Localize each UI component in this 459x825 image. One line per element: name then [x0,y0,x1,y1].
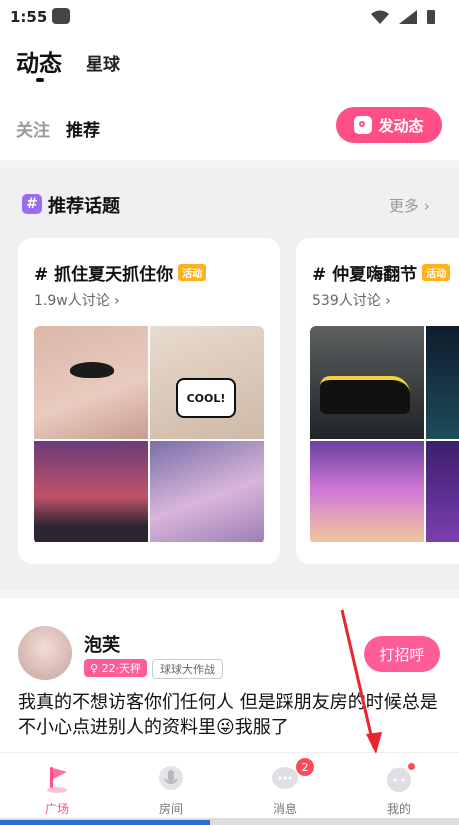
status-bar: 1:55 [0,0,459,34]
subtab-recommend[interactable]: 推荐 [66,116,100,141]
game-tag: 球球大作战 [152,659,223,679]
topic-photo[interactable] [310,441,424,542]
chevron-right-icon: › [380,293,391,309]
subtab-follow[interactable]: 关注 [16,116,50,141]
photo-caption: COOL! [176,378,236,418]
topics-title: 推荐话题 [48,196,120,217]
greet-button[interactable]: 打招呼 [364,636,440,672]
topics-header: # 推荐话题 更多 › [0,168,459,238]
activity-badge: 活动 [178,264,207,281]
avatar[interactable] [18,626,72,680]
more-label: 更多 [389,197,420,215]
topic-card-title: # 抓住夏天抓住你 活动 [34,260,207,285]
unread-badge: 2 [296,758,314,776]
discussion-count: 1.9w人讨论 [34,293,110,309]
topic-card-subtitle: 1.9w人讨论 › [34,290,120,310]
mic-icon [159,766,183,790]
notification-dot [408,763,415,770]
topic-photo[interactable] [150,441,264,542]
post-moment-button[interactable]: 发动态 [336,107,442,143]
nav-item-rooms[interactable]: 房间 [114,753,228,819]
chevron-right-icon: › [109,293,120,309]
post-content: 我真的不想访客你们任何人 但是踩朋友房的时候总是不小心点进别人的资料里😜我服了 [18,692,438,738]
zodiac-tag: ♀ 22·天秤 [84,659,148,677]
topic-photo[interactable] [426,326,459,439]
topic-photo[interactable] [426,441,459,542]
top-header: 动态 星球 关注 推荐 发动态 [0,34,459,160]
status-time: 1:55 [10,8,48,26]
nav-item-messages[interactable]: 消息 [228,753,342,819]
system-status-icons [371,10,435,24]
battery-icon [427,10,435,24]
bottom-nav: 广场 房间 消息 我的 2 [0,752,459,819]
nav-label: 广场 [44,802,69,816]
feed-post[interactable]: 泡芙 ♀ 22·天秤 球球大作战 打招呼 我真的不想访客你们任何人 但是踩朋友房… [0,598,459,753]
topic-photo[interactable] [34,441,148,542]
chevron-right-icon: › [419,197,430,215]
post-username[interactable]: 泡芙 [84,631,120,657]
nav-item-square[interactable]: 广场 [0,753,114,819]
topic-card[interactable]: # 仲夏嗨翻节 活动 539人讨论 › [296,238,459,564]
app-notification-icon [52,8,70,24]
topic-image-grid: COOL! [34,326,264,544]
topic-card-subtitle: 539人讨论 › [312,290,391,310]
topic-card[interactable]: # 抓住夏天抓住你 活动 1.9w人讨论 › COOL! [18,238,280,564]
signal-icon [399,10,417,24]
post-moment-label: 发动态 [378,116,424,135]
zodiac-label: 22·天秤 [101,662,142,675]
tab-xingqiu[interactable]: 星球 [86,50,120,75]
female-icon: ♀ [90,661,102,675]
topic-title-text: # 仲夏嗨翻节 [312,265,418,285]
nav-label: 房间 [158,802,183,816]
discussion-count: 539人讨论 [312,293,381,309]
topic-card-title: # 仲夏嗨翻节 活动 [312,260,451,285]
tab-dongtai[interactable]: 动态 [16,44,62,78]
topics-more-link[interactable]: 更多 › [389,195,430,216]
nav-item-profile[interactable]: 我的 [342,753,456,819]
hashtag-icon: # [22,194,42,214]
topic-photo[interactable] [34,326,148,439]
topic-image-grid [310,326,459,544]
activity-badge: 活动 [422,264,451,281]
gesture-bar [0,818,459,825]
camera-icon [354,116,373,134]
recommended-topics-section: # 推荐话题 更多 › # 抓住夏天抓住你 活动 1.9w人讨论 › COOL! … [0,168,459,590]
topic-photo[interactable]: COOL! [150,326,264,439]
flag-icon [47,767,67,793]
nav-label: 我的 [386,802,411,816]
nav-label: 消息 [272,802,297,816]
topic-photo[interactable] [310,326,424,439]
active-tab-indicator [36,78,44,82]
topic-title-text: # 抓住夏天抓住你 [34,265,174,285]
wifi-icon [371,10,389,24]
